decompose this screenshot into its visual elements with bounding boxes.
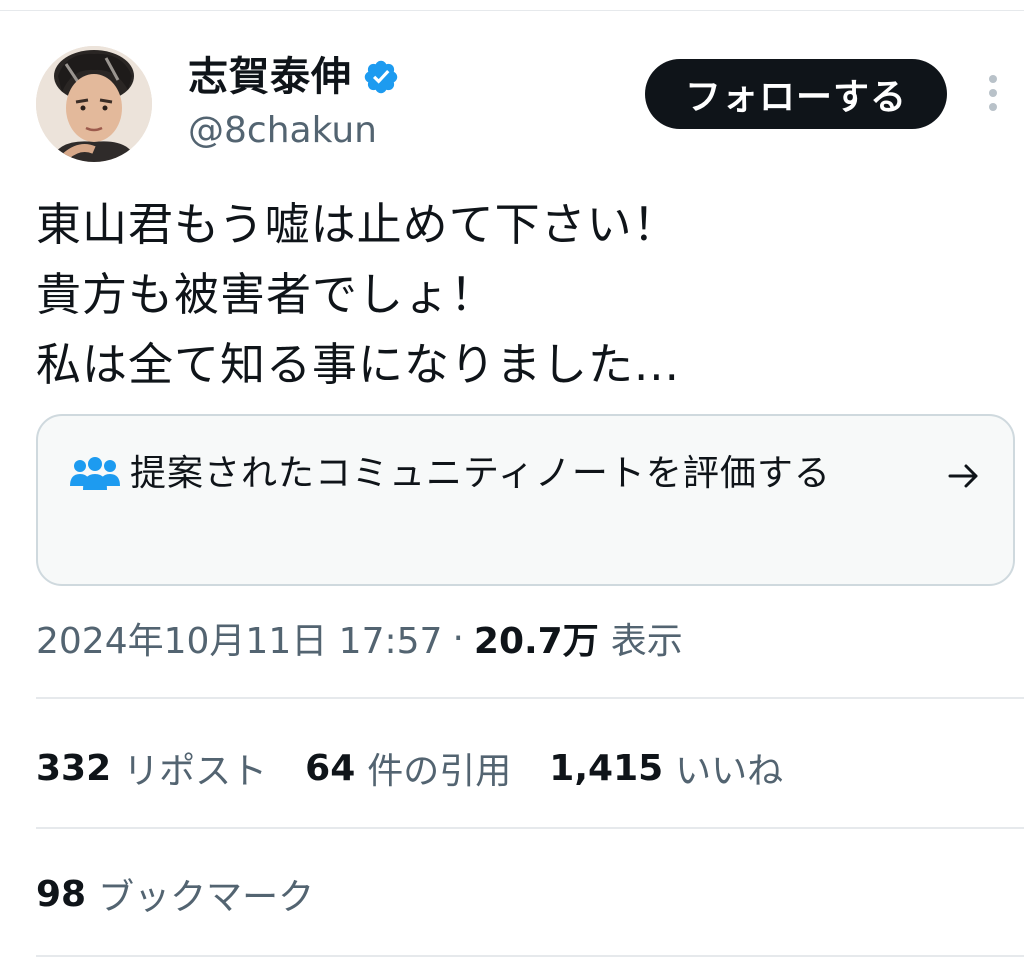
tweet-text: 東山君もう嘘は止めて下さい！ 貴方も被害者でしょ！ 私は全て知る事になりました.… <box>36 190 996 400</box>
engagement-stats: 332 リポスト 64 件の引用 1,415 いいね <box>36 740 821 796</box>
profile-avatar[interactable] <box>36 46 152 162</box>
community-people-icon <box>70 456 120 494</box>
timestamp[interactable]: 2024年10月11日 17:57 <box>36 612 442 664</box>
more-vertical-icon[interactable] <box>978 70 1008 120</box>
community-note-card[interactable]: 提案されたコミュニティノートを評価する <box>36 414 1015 586</box>
likes-label: いいね <box>675 751 784 792</box>
bookmarks-stat[interactable]: 98 ブックマーク <box>36 866 314 922</box>
tweet-line: 私は全て知る事になりました... <box>36 338 680 391</box>
likes-stat[interactable]: 1,415 いいね <box>549 742 783 794</box>
reposts-label: リポスト <box>123 751 268 792</box>
divider <box>36 955 1024 957</box>
tweet-meta: 2024年10月11日 17:57 · 20.7万 表示 <box>36 610 683 666</box>
quotes-label: 件の引用 <box>367 751 512 792</box>
arrow-right-icon <box>944 456 984 496</box>
tweet-line: 貴方も被害者でしょ！ <box>36 268 497 321</box>
user-handle[interactable]: @8chakun <box>188 108 377 154</box>
likes-count: 1,415 <box>549 747 664 789</box>
divider <box>36 827 1024 829</box>
top-divider <box>0 10 1024 11</box>
bookmarks-label: ブックマーク <box>98 877 315 918</box>
follow-button[interactable]: フォローする <box>645 59 947 129</box>
name-row: 志賀泰伸 <box>188 52 400 102</box>
reposts-stat[interactable]: 332 リポスト <box>36 742 267 794</box>
quotes-stat[interactable]: 64 件の引用 <box>305 742 511 794</box>
views-count: 20.7万 <box>473 621 599 662</box>
views-label: 表示 <box>610 621 683 662</box>
bookmarks-count: 98 <box>36 873 87 915</box>
community-note-label: 提案されたコミュニティノートを評価する <box>130 453 831 494</box>
quotes-count: 64 <box>305 747 356 789</box>
divider <box>36 697 1024 699</box>
reposts-count: 332 <box>36 747 112 789</box>
verified-badge-icon <box>362 58 400 96</box>
display-name[interactable]: 志賀泰伸 <box>188 52 352 102</box>
meta-separator: · <box>452 617 464 659</box>
tweet-line: 東山君もう嘘は止めて下さい！ <box>36 198 679 251</box>
